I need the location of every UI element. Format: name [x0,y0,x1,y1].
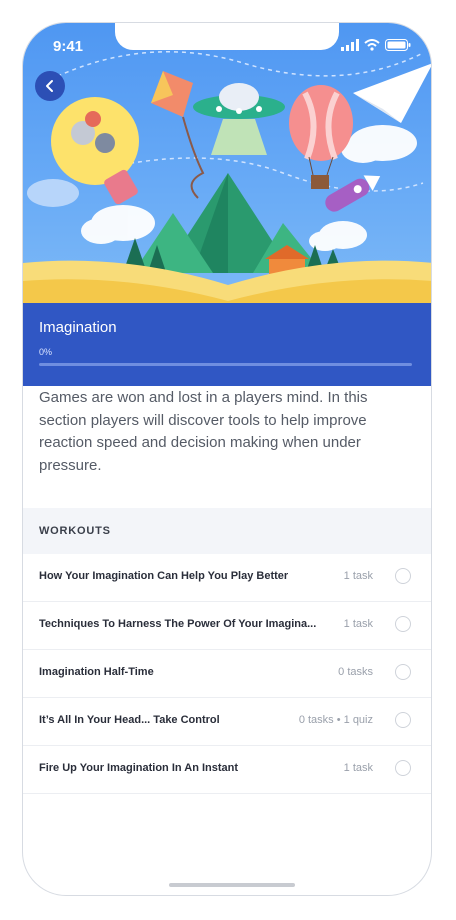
hero-artwork [23,51,431,303]
chevron-left-icon [46,80,53,92]
completion-circle-icon[interactable] [395,760,411,776]
course-description: Games are won and lost in a players mind… [39,389,368,474]
workout-meta: 1 task [343,570,373,582]
completion-circle-icon[interactable] [395,664,411,680]
workout-title: Imagination Half-Time [39,666,154,678]
workout-row[interactable]: Fire Up Your Imagination In An Instant 1… [23,746,431,794]
workout-meta: 0 tasks [338,666,373,678]
hero-illustration: 9:41 [23,23,431,303]
completion-circle-icon[interactable] [395,712,411,728]
course-header: Imagination 0% [23,303,431,386]
phone-frame: 9:41 Imagination 0% Games are won and lo… [22,22,432,896]
course-title: Imagination [39,319,117,336]
signal-icon [341,39,359,51]
workouts-section-header: WORKOUTS [23,508,431,554]
workout-title: Fire Up Your Imagination In An Instant [39,762,239,774]
workout-title: It’s All In Your Head... Take Control [39,714,220,726]
workouts-header-label: WORKOUTS [39,525,111,537]
workout-row[interactable]: It’s All In Your Head... Take Control 0 … [23,698,431,746]
completion-circle-icon[interactable] [395,568,411,584]
progress-label: 0% [39,347,53,357]
workout-title: How Your Imagination Can Help You Play B… [39,570,289,582]
home-indicator[interactable] [169,883,295,887]
workout-row[interactable]: Techniques To Harness The Power Of Your … [23,602,431,650]
progress-bar [39,363,412,366]
back-button[interactable] [35,71,65,101]
wifi-icon [364,39,380,51]
workout-row[interactable]: How Your Imagination Can Help You Play B… [23,554,431,602]
status-icons [341,39,411,51]
device-notch [115,23,339,50]
status-time: 9:41 [53,38,84,55]
workouts-list: How Your Imagination Can Help You Play B… [23,554,431,794]
completion-circle-icon[interactable] [395,616,411,632]
workout-meta: 1 task [343,618,373,630]
battery-icon [385,39,411,51]
workout-title: Techniques To Harness The Power Of Your … [39,618,317,630]
workout-meta: 0 tasks • 1 quiz [298,714,373,726]
workout-row[interactable]: Imagination Half-Time 0 tasks [23,650,431,698]
workout-meta: 1 task [343,762,373,774]
